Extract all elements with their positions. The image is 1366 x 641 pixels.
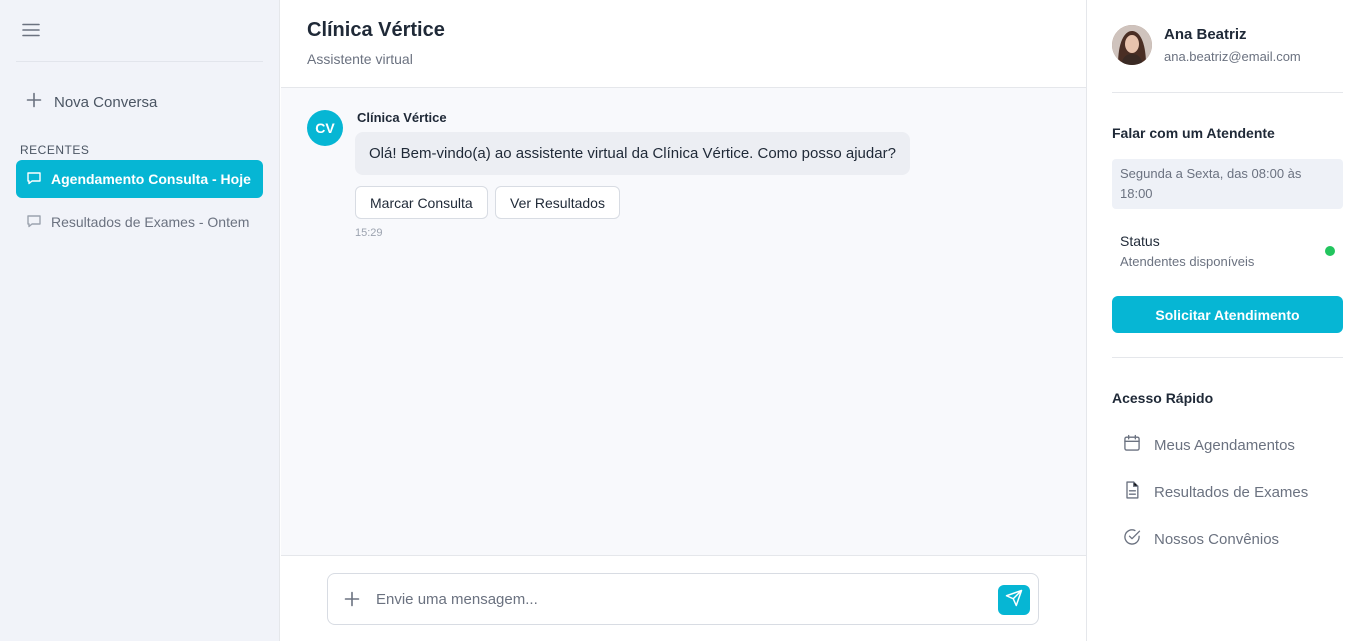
avatar[interactable] xyxy=(1112,25,1152,65)
check-circle-icon xyxy=(1122,527,1142,551)
support-heading: Falar com um Atendente xyxy=(1112,125,1275,141)
message-sender: Clínica Vértice xyxy=(357,110,447,125)
new-conversation-label: Nova Conversa xyxy=(54,93,158,111)
chat-bubble-icon xyxy=(26,213,42,232)
support-hours: Segunda a Sexta, das 08:00 às 18:00 xyxy=(1112,159,1343,209)
chat-panel: Clínica Vértice Assistente virtual CV Cl… xyxy=(281,0,1086,641)
quick-link-label: Resultados de Exames xyxy=(1154,483,1309,501)
bot-avatar: CV xyxy=(307,110,343,146)
send-button[interactable] xyxy=(998,585,1030,615)
quick-link-label: Meus Agendamentos xyxy=(1154,436,1295,454)
conversation-item-active[interactable]: Agendamento Consulta - Hoje xyxy=(16,160,263,198)
quick-reply-button[interactable]: Marcar Consulta xyxy=(355,186,488,219)
quick-link-insurance[interactable]: Nossos Convênios xyxy=(1122,527,1279,551)
document-icon xyxy=(1122,480,1142,504)
conversation-label: Resultados de Exames - Ontem xyxy=(51,214,250,230)
user-email: ana.beatriz@email.com xyxy=(1164,49,1301,64)
panel-divider xyxy=(1112,357,1343,358)
panel-divider xyxy=(1112,92,1343,93)
sidebar-divider xyxy=(16,61,263,62)
composer xyxy=(327,573,1039,625)
sidebar: Nova Conversa RECENTES Agendamento Consu… xyxy=(0,0,280,641)
new-conversation-button[interactable]: Nova Conversa xyxy=(26,90,157,114)
chat-header: Clínica Vértice Assistente virtual xyxy=(281,0,1086,88)
status-description: Atendentes disponíveis xyxy=(1120,254,1255,269)
quick-link-exam-results[interactable]: Resultados de Exames xyxy=(1122,480,1308,504)
page-title: Clínica Vértice xyxy=(307,19,445,41)
calendar-icon xyxy=(1122,433,1142,457)
chat-bubble-icon xyxy=(26,170,42,189)
conversation-label: Agendamento Consulta - Hoje xyxy=(51,171,251,187)
message-bubble: Olá! Bem-vindo(a) ao assistente virtual … xyxy=(355,132,910,175)
menu-icon[interactable] xyxy=(20,19,42,41)
composer-area xyxy=(281,555,1086,641)
status-title: Status xyxy=(1120,233,1160,249)
info-panel: Ana Beatriz ana.beatriz@email.com Falar … xyxy=(1086,0,1366,641)
send-icon xyxy=(1005,589,1023,612)
quick-reply-button[interactable]: Ver Resultados xyxy=(495,186,620,219)
attach-plus-icon[interactable] xyxy=(342,589,362,609)
request-attendant-button[interactable]: Solicitar Atendimento xyxy=(1112,296,1343,333)
user-name: Ana Beatriz xyxy=(1164,26,1247,43)
recents-heading: RECENTES xyxy=(20,143,90,157)
plus-icon xyxy=(26,92,42,112)
conversation-item[interactable]: Resultados de Exames - Ontem xyxy=(16,203,263,241)
quick-link-appointments[interactable]: Meus Agendamentos xyxy=(1122,433,1295,457)
page-subtitle: Assistente virtual xyxy=(307,51,413,67)
quick-access-heading: Acesso Rápido xyxy=(1112,390,1214,406)
quick-link-label: Nossos Convênios xyxy=(1154,530,1280,548)
message-timestamp: 15:29 xyxy=(355,227,383,239)
message-input[interactable] xyxy=(376,584,976,614)
status-indicator-dot xyxy=(1325,246,1335,256)
